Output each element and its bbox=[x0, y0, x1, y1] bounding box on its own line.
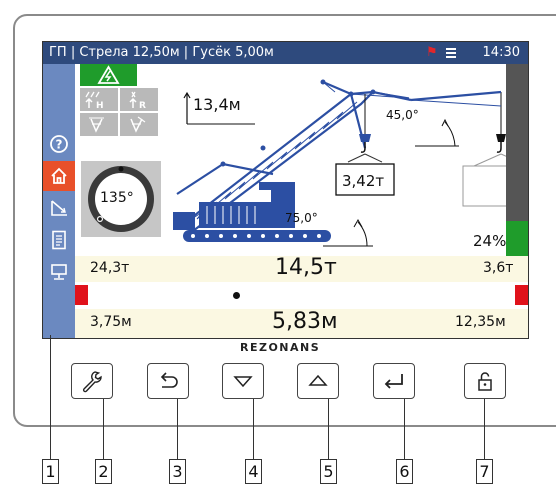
radius-value: 5,83м bbox=[272, 309, 338, 334]
load-bar bbox=[506, 64, 528, 256]
sidebar: ? bbox=[43, 64, 75, 338]
document-icon bbox=[52, 230, 66, 250]
back-key[interactable] bbox=[147, 363, 189, 399]
callout-leader-5 bbox=[328, 399, 329, 459]
enter-key[interactable] bbox=[373, 363, 415, 399]
callout-leader-2 bbox=[103, 399, 104, 459]
boom-angle-value: 75,0° bbox=[285, 211, 318, 225]
triangle-down-icon bbox=[233, 376, 253, 388]
warning-triangle-icon bbox=[97, 65, 120, 84]
callout-leader-7 bbox=[484, 399, 485, 459]
status-clock: 14:30 bbox=[482, 45, 520, 60]
lock-key[interactable] bbox=[464, 363, 506, 399]
wrench-icon bbox=[82, 371, 102, 393]
load-percent: 24% bbox=[473, 232, 507, 250]
settings-key[interactable] bbox=[71, 363, 113, 399]
callout-6: 6 bbox=[396, 459, 413, 484]
down-key[interactable] bbox=[222, 363, 264, 399]
callout-4: 4 bbox=[245, 459, 262, 484]
callout-2: 2 bbox=[95, 459, 112, 484]
up-key[interactable] bbox=[297, 363, 339, 399]
boom-config-button[interactable] bbox=[43, 193, 75, 223]
triangle-up-icon bbox=[308, 374, 328, 386]
total-load-value: 14,5т bbox=[275, 255, 337, 280]
wind-r-indicator: R bbox=[120, 88, 158, 111]
monitor-icon bbox=[51, 264, 67, 280]
callout-leader-4 bbox=[253, 399, 254, 459]
log-button[interactable] bbox=[43, 225, 75, 255]
hook-load-value: 3,42т bbox=[342, 172, 385, 190]
svg-text:R: R bbox=[139, 101, 146, 111]
help-icon: ? bbox=[50, 135, 68, 153]
svg-text:H: H bbox=[96, 101, 104, 111]
min-limit-marker bbox=[75, 285, 88, 305]
readout-panel: 24,3т 14,5т 3,6т 3,75м 5,83м 12,35м bbox=[75, 255, 528, 338]
wind-h-icon: H bbox=[85, 91, 104, 111]
rated-load-value: 24,3т bbox=[90, 260, 130, 276]
callout-leader-1 bbox=[50, 335, 51, 459]
home-button[interactable] bbox=[43, 161, 75, 191]
slew-angle: 135° bbox=[100, 190, 134, 206]
warning-indicator bbox=[80, 64, 137, 86]
help-button[interactable]: ? bbox=[43, 129, 75, 159]
display-screen: ГП | Стрела 12,50м | Гусёк 5,00м ⚑ 14:30… bbox=[42, 41, 529, 339]
tilt-right-icon bbox=[130, 116, 146, 133]
radius-position-marker bbox=[233, 292, 240, 299]
callout-1: 1 bbox=[42, 459, 59, 484]
radius-track bbox=[75, 282, 528, 309]
flag-icon: ⚑ bbox=[426, 45, 438, 60]
wind-r-icon: R bbox=[129, 91, 146, 111]
callout-leader-6 bbox=[404, 399, 405, 459]
unlock-icon bbox=[478, 372, 492, 391]
status-bar: ГП | Стрела 12,50м | Гусёк 5,00м ⚑ 14:30 bbox=[43, 42, 528, 64]
wind-h-indicator: H bbox=[80, 88, 118, 111]
slew-indicator: 135° bbox=[81, 161, 161, 237]
min-radius-value: 3,75м bbox=[90, 314, 132, 330]
callout-leader-3 bbox=[177, 399, 178, 459]
svg-text:?: ? bbox=[56, 138, 63, 152]
tilt-left-indicator bbox=[80, 113, 118, 136]
boom-height-value: 13,4м bbox=[193, 95, 241, 114]
jib-load-value: 3,6т bbox=[483, 260, 514, 276]
callout-3: 3 bbox=[169, 459, 186, 484]
max-limit-marker bbox=[515, 285, 528, 305]
tilt-left-icon bbox=[89, 117, 104, 133]
callout-7: 7 bbox=[476, 459, 493, 484]
callout-5: 5 bbox=[320, 459, 337, 484]
monitor-button[interactable] bbox=[43, 257, 75, 287]
tilt-right-indicator bbox=[120, 113, 158, 136]
back-arrow-icon bbox=[160, 372, 178, 388]
home-icon bbox=[51, 167, 67, 184]
jib-angle-value: 45,0° bbox=[386, 108, 419, 122]
brand-logo: REZONANS bbox=[240, 341, 321, 354]
load-bar-fill bbox=[506, 221, 528, 256]
boom-config-icon bbox=[51, 200, 67, 216]
max-radius-value: 12,35м bbox=[455, 314, 506, 330]
crane-diagram bbox=[173, 79, 506, 247]
enter-icon bbox=[384, 374, 403, 389]
status-title: ГП | Стрела 12,50м | Гусёк 5,00м bbox=[49, 45, 274, 60]
menu-icon[interactable] bbox=[446, 48, 456, 58]
